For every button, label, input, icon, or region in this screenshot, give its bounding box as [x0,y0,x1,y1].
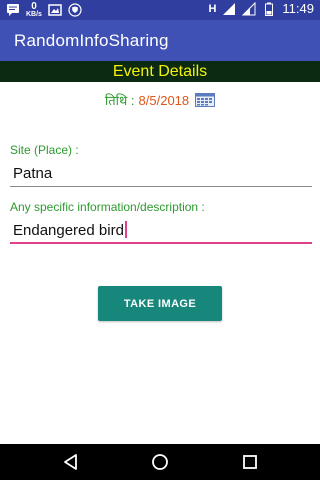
recents-icon[interactable] [241,453,259,471]
image-icon [48,3,62,17]
app-bar: RandomInfoSharing [0,20,320,61]
data-speed-value: 0 [31,1,37,12]
take-image-button[interactable]: TAKE IMAGE [98,286,222,321]
network-type-label: H [208,2,217,15]
site-input[interactable]: Patna [10,161,312,187]
battery-icon [262,2,276,16]
app-title: RandomInfoSharing [14,31,169,50]
site-label: Site (Place) : [10,143,79,157]
date-row: तिथि : 8/5/2018 [0,91,320,109]
signal-icon [242,1,256,16]
back-icon[interactable] [62,453,80,471]
status-time: 11:49 [282,1,314,16]
description-input[interactable]: Endangered bird [10,218,312,244]
status-bar: 0 KB/s H 11:49 [0,0,320,20]
message-icon [6,3,20,17]
text-cursor [124,221,127,238]
navigation-bar [0,444,320,480]
calendar-icon[interactable] [195,93,216,107]
data-speed-unit: KB/s [26,11,42,18]
shield-icon [68,3,82,17]
home-icon[interactable] [151,453,169,471]
event-details-header: Event Details [0,61,320,82]
signal-icon [222,2,236,16]
description-value: Endangered bird [13,222,124,239]
data-speed-indicator: 0 KB/s [26,1,42,19]
date-label: तिथि : [104,93,135,108]
description-label: Any specific information/description : [10,200,205,214]
date-value: 8/5/2018 [138,92,190,108]
